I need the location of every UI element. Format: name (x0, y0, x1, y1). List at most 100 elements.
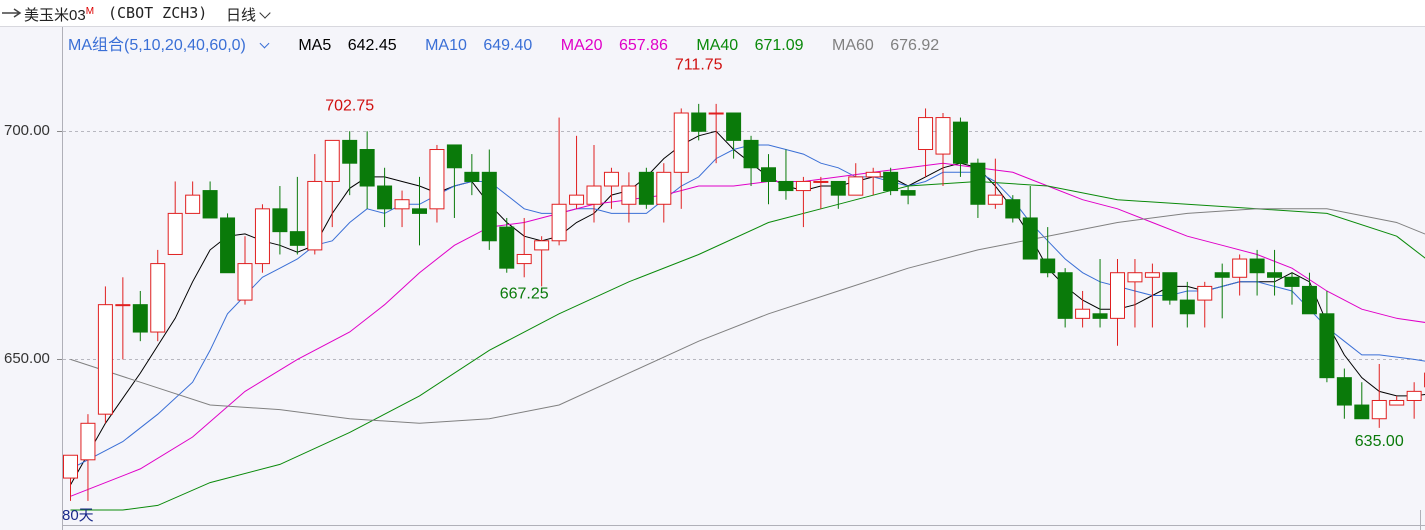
candle-body (883, 171, 899, 192)
candle (202, 181, 218, 219)
candle (167, 181, 183, 255)
candle-body (1336, 377, 1352, 406)
candle (1336, 368, 1352, 419)
candle (900, 186, 916, 205)
candle-body (813, 180, 829, 183)
candle-body (1057, 272, 1073, 319)
candle-body (1389, 399, 1405, 406)
candle (1319, 290, 1335, 383)
candle-body (830, 180, 846, 196)
candle (865, 167, 881, 196)
candle-body (499, 226, 515, 269)
candle-body (150, 263, 166, 333)
candle (464, 154, 480, 196)
candle-body (1214, 272, 1230, 278)
candle (307, 154, 323, 255)
candle (795, 176, 811, 228)
candle-body (761, 167, 776, 182)
candle-body (464, 171, 480, 182)
days-label: 80天 (62, 507, 94, 524)
candle-body (952, 121, 968, 164)
candle-body (1040, 258, 1056, 274)
candle-body (1371, 399, 1387, 420)
candle-body (1249, 258, 1265, 274)
candle-body (970, 162, 986, 205)
candle-body (1162, 272, 1178, 301)
candle-body (778, 180, 794, 192)
candle (1354, 382, 1370, 420)
candle-body (865, 171, 881, 178)
candle-body (220, 217, 236, 274)
candle-body (1301, 285, 1317, 315)
candle-body (1092, 313, 1108, 319)
candle-body (1022, 217, 1038, 260)
candle-body (394, 199, 410, 210)
candle-body (97, 304, 113, 415)
candle (359, 131, 375, 209)
candle-body (673, 112, 689, 173)
candle-body (167, 212, 183, 255)
candlestick-chart[interactable]: 702.75 711.75 667.25 635.00 (0, 0, 1425, 530)
candle-body (918, 117, 934, 151)
candle-body (743, 139, 759, 169)
candle-body (446, 144, 462, 169)
candle (1092, 259, 1108, 328)
candle (1022, 186, 1038, 260)
candle-body (1406, 390, 1422, 401)
candle (987, 158, 1003, 209)
candle (1005, 195, 1021, 223)
candle-body (481, 171, 497, 242)
candle (778, 149, 794, 200)
candle (1214, 263, 1230, 319)
candle (1284, 272, 1300, 305)
candle-body (359, 149, 375, 187)
candle-body (342, 139, 358, 164)
candle-body (656, 171, 672, 205)
candle (708, 103, 724, 164)
candle (743, 135, 759, 187)
candle-body (586, 185, 602, 205)
candle (656, 163, 672, 223)
annotation-low: 667.25 (500, 286, 549, 303)
candle-body (202, 190, 218, 219)
candle-body (80, 422, 96, 461)
candle-body (987, 194, 1003, 205)
candle-body (1127, 272, 1143, 283)
candle (638, 167, 654, 209)
candle (1197, 281, 1213, 328)
candle (185, 181, 201, 214)
candle-body (569, 194, 585, 205)
candle (1127, 259, 1143, 328)
y-tick-label-700: 700.00 (4, 121, 50, 139)
candle (97, 286, 113, 424)
candle (516, 217, 532, 278)
candle (551, 117, 567, 246)
candle (1162, 272, 1178, 305)
candle-body (115, 304, 131, 307)
candle (621, 172, 637, 223)
candle-body (638, 171, 654, 205)
candle (1040, 227, 1056, 278)
candle (534, 236, 550, 287)
candle-body (1319, 313, 1335, 379)
candle (848, 163, 864, 196)
candle-body (726, 112, 742, 141)
candle (830, 180, 846, 209)
candle-body (1179, 299, 1195, 315)
candle-body (534, 240, 550, 251)
candle (412, 176, 427, 246)
candle (254, 204, 270, 273)
candle (394, 190, 410, 228)
y-tick-label-650: 650.00 (4, 349, 50, 367)
candle (883, 167, 899, 196)
candle (1232, 254, 1248, 296)
candle (150, 249, 166, 342)
candle (952, 117, 968, 177)
candle-body (516, 253, 532, 265)
candle (673, 108, 689, 209)
candle (289, 176, 305, 255)
candle-body (621, 185, 637, 205)
candle-body (324, 139, 340, 182)
candle (429, 144, 445, 223)
candle (237, 236, 253, 305)
